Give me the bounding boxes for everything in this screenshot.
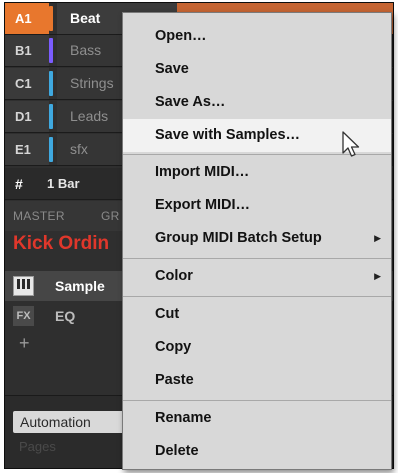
tab-group[interactable]: GR (101, 201, 120, 231)
menu-item-label: Save with Samples… (155, 127, 301, 143)
menu-item-label: Color (155, 268, 193, 284)
menu-item-label: Delete (155, 443, 199, 459)
tab-master[interactable]: MASTER (13, 201, 65, 231)
slot-label: EQ (55, 308, 76, 324)
triangle-right-icon: ▶ (374, 233, 381, 243)
menu-item-label: Save As… (155, 94, 226, 110)
fx-icon: FX (13, 306, 34, 326)
menu-item-open[interactable]: Open… (123, 20, 391, 53)
group-id: C1 (5, 68, 49, 99)
menu-item-color[interactable]: Color ▶ (123, 260, 391, 293)
group-color-bar (49, 104, 53, 129)
pattern-length: 1 Bar (47, 176, 80, 191)
automation-tab[interactable]: Automation (13, 411, 133, 433)
menu-item-label: Rename (155, 410, 212, 426)
menu-item-label: Group MIDI Batch Setup (155, 230, 322, 246)
menu-item-delete[interactable]: Delete (123, 435, 391, 468)
menu-item-label: Import MIDI… (155, 164, 250, 180)
add-plugin-button[interactable]: + (19, 333, 30, 353)
menu-item-save-as[interactable]: Save As… (123, 86, 391, 119)
group-color-bar (49, 38, 53, 63)
triangle-right-icon: ▶ (374, 271, 381, 281)
group-color-bar (49, 137, 53, 162)
menu-item-save[interactable]: Save (123, 53, 391, 86)
menu-item-label: Copy (155, 339, 192, 355)
menu-item-label: Cut (155, 306, 180, 322)
mouse-pointer-icon (342, 131, 360, 157)
menu-item-import-midi[interactable]: Import MIDI… (123, 156, 391, 189)
menu-item-label: Export MIDI… (155, 197, 251, 213)
menu-item-paste[interactable]: Paste (123, 364, 391, 397)
group-id: E1 (5, 134, 49, 165)
menu-item-export-midi[interactable]: Export MIDI… (123, 189, 391, 222)
hash-icon: # (15, 176, 23, 192)
menu-item-group-midi-batch-setup[interactable]: Group MIDI Batch Setup ▶ (123, 222, 391, 255)
slot-label: Sample (55, 278, 105, 294)
group-color-bar (49, 71, 53, 96)
menu-item-label: Save (155, 61, 189, 77)
menu-item-cut[interactable]: Cut (123, 298, 391, 331)
menu-separator (123, 296, 391, 297)
menu-separator (123, 400, 391, 401)
menu-item-rename[interactable]: Rename (123, 402, 391, 435)
menu-item-copy[interactable]: Copy (123, 331, 391, 364)
pages-label: Pages (19, 439, 56, 454)
menu-item-label: Open… (155, 28, 207, 44)
menu-separator (123, 258, 391, 259)
piano-keys-icon (13, 276, 34, 296)
sound-name: Kick Ordin (13, 233, 110, 254)
menu-item-label: Paste (155, 372, 194, 388)
group-context-menu: Open… Save Save As… Save with Samples… I… (122, 12, 392, 470)
group-id: B1 (5, 35, 49, 66)
group-color-bar (49, 6, 53, 31)
group-id: A1 (5, 3, 49, 34)
group-id: D1 (5, 101, 49, 132)
